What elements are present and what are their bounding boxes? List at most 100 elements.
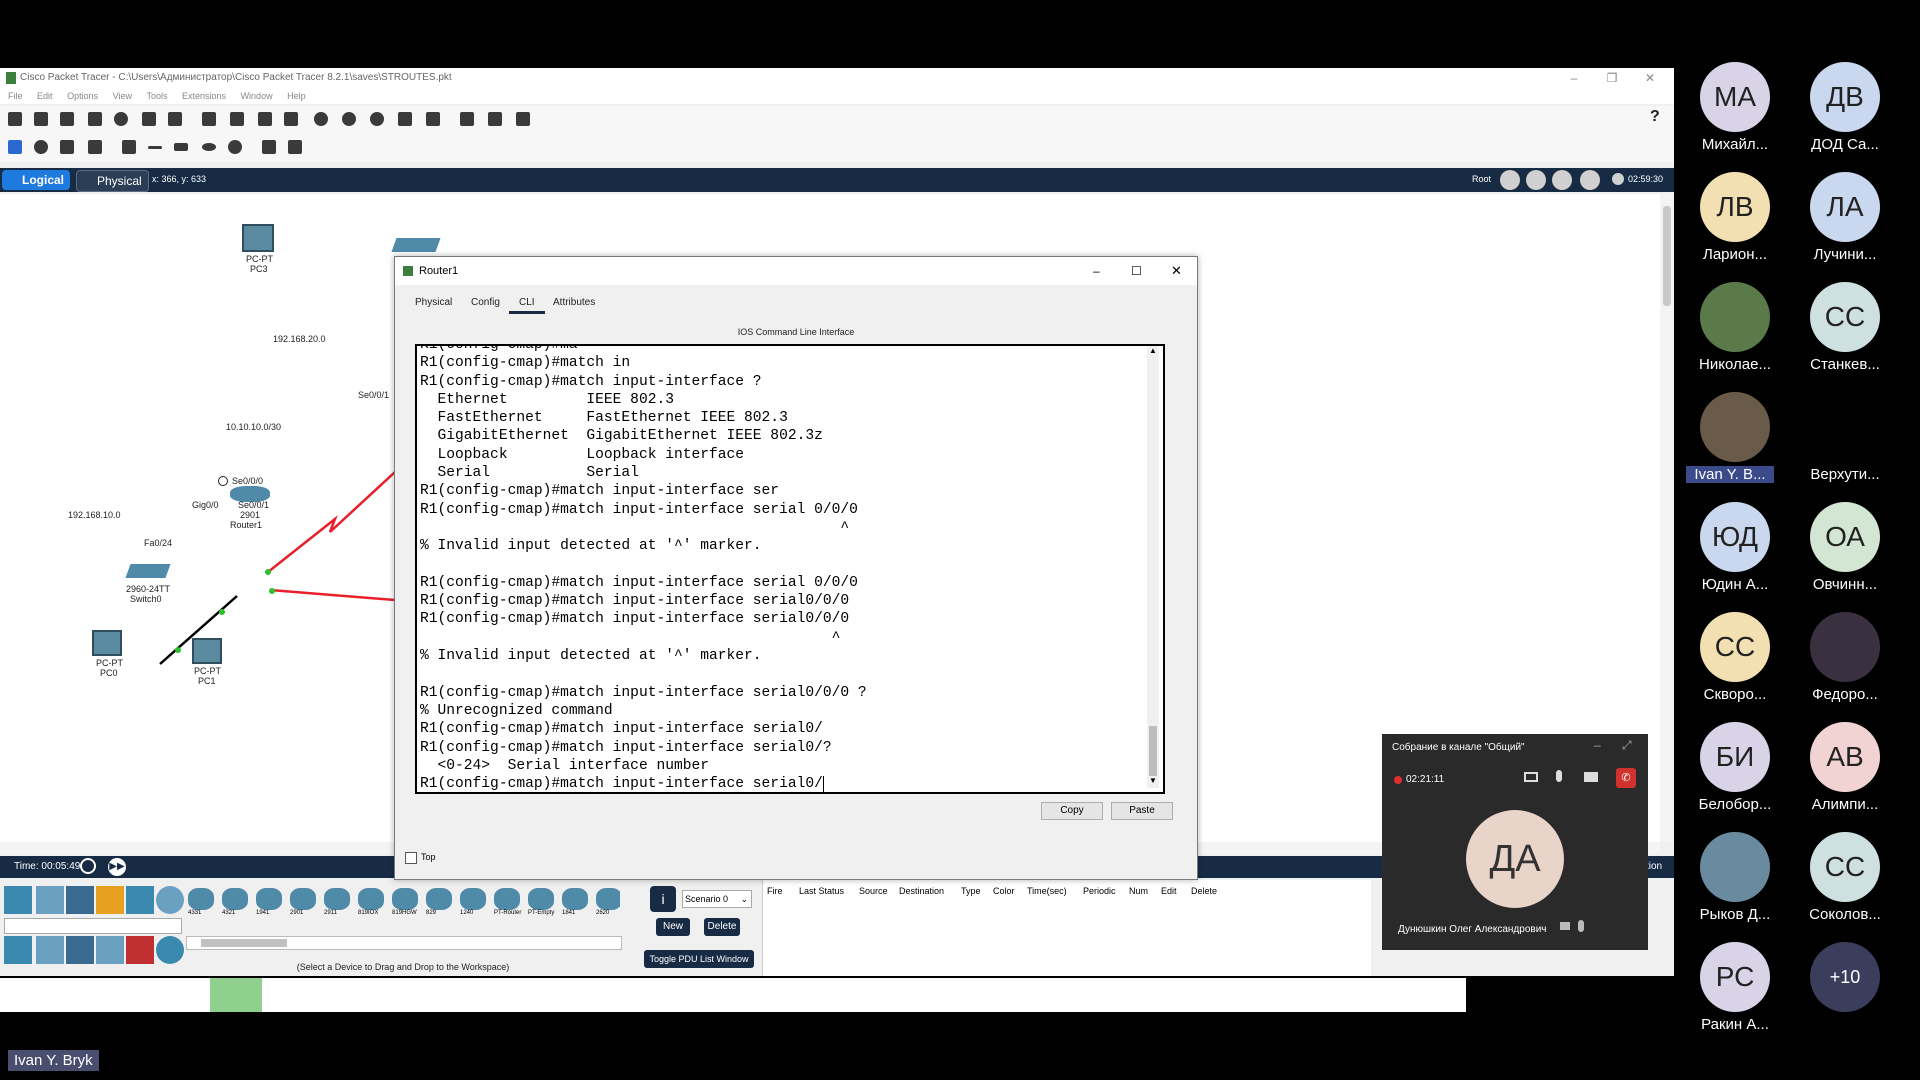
participant-tile[interactable]: СС Скворо... <box>1680 610 1790 710</box>
router-model-2620[interactable]: 2620 <box>596 888 620 916</box>
new-file-icon[interactable] <box>6 110 24 128</box>
participant-tile[interactable]: Верхути... <box>1790 390 1900 490</box>
participant-tile[interactable]: БИ Белобор... <box>1680 720 1790 820</box>
print-icon[interactable] <box>86 110 104 128</box>
routers-icon[interactable] <box>4 936 32 964</box>
menu-extensions[interactable]: Extensions <box>182 91 226 101</box>
participant-tile[interactable]: Ivan Y. B... <box>1680 390 1790 490</box>
minimize-icon[interactable]: – <box>1594 738 1601 752</box>
participant-tile[interactable]: ЛА Лучини... <box>1790 170 1900 270</box>
paste-icon[interactable] <box>228 110 246 128</box>
undo-icon[interactable] <box>256 110 274 128</box>
top-checkbox[interactable] <box>405 852 417 864</box>
router-model-4321[interactable]: 4321 <box>222 888 254 916</box>
camera-off-icon[interactable] <box>1524 772 1538 782</box>
participant-tile[interactable]: ЮД Юдин А... <box>1680 500 1790 600</box>
participant-tile[interactable]: Федоро... <box>1790 610 1900 710</box>
note-icon[interactable] <box>120 138 138 156</box>
participant-tile[interactable]: МА Михайл... <box>1680 60 1790 160</box>
line-icon[interactable] <box>146 138 164 156</box>
participant-tile[interactable]: РС Ракин А... <box>1680 940 1790 1040</box>
scroll-thumb[interactable] <box>1663 206 1671 306</box>
taskbar-active-item[interactable] <box>210 978 262 1012</box>
help-icon[interactable]: ? <box>1650 108 1660 126</box>
open-folder-icon[interactable] <box>32 110 50 128</box>
participant-tile[interactable]: ОА Овчинн... <box>1790 500 1900 600</box>
router-model-1240[interactable]: 1240 <box>460 888 492 916</box>
copy-icon[interactable] <box>200 110 218 128</box>
pc1-device-icon[interactable] <box>192 638 222 664</box>
menu-window[interactable]: Window <box>241 91 273 101</box>
pc0-device-icon[interactable] <box>92 630 122 656</box>
navigation-icon[interactable] <box>1552 170 1572 190</box>
device-search-field[interactable] <box>4 918 182 934</box>
participant-tile[interactable]: +10 <box>1790 940 1900 1040</box>
power-cycle-icon[interactable] <box>80 858 96 874</box>
menu-view[interactable]: View <box>113 91 132 101</box>
cli-scroll-thumb[interactable] <box>1149 726 1157 776</box>
toggle-pdu-list-button[interactable]: Toggle PDU List Window <box>644 950 754 968</box>
menu-edit[interactable]: Edit <box>37 91 53 101</box>
network-devices-icon[interactable] <box>4 886 32 914</box>
tab-cli[interactable]: CLI <box>519 297 535 308</box>
dialog-minimize-button[interactable]: – <box>1093 257 1100 285</box>
router-model-1841[interactable]: 1841 <box>562 888 594 916</box>
pdu-list-icon[interactable] <box>458 110 476 128</box>
close-button[interactable]: ✕ <box>1632 68 1668 88</box>
router-model-829[interactable]: 829 <box>426 888 458 916</box>
workspace-vertical-scrollbar[interactable] <box>1660 194 1674 842</box>
simple-pdu-icon[interactable] <box>260 138 278 156</box>
switch-top-device-icon[interactable] <box>391 238 441 252</box>
tab-physical[interactable]: Physical <box>415 297 452 308</box>
custom-device-icon[interactable] <box>424 110 442 128</box>
participant-tile[interactable]: ДВ ДОД Са... <box>1790 60 1900 160</box>
tab-attributes[interactable]: Attributes <box>553 297 595 308</box>
router-model-819hgw[interactable]: 819HGW <box>392 888 424 916</box>
menu-file[interactable]: File <box>8 91 23 101</box>
cloud-icon[interactable] <box>1526 170 1546 190</box>
router-model-2901[interactable]: 2901 <box>290 888 322 916</box>
dialog-close-button[interactable]: ✕ <box>1171 257 1182 285</box>
participant-tile[interactable]: СС Соколов... <box>1790 830 1900 930</box>
router-model-pt-router[interactable]: PT-Router <box>494 888 526 916</box>
maximize-button[interactable]: ❐ <box>1594 68 1630 88</box>
delete-scenario-button[interactable]: Delete <box>704 918 740 936</box>
picture-icon[interactable] <box>514 110 532 128</box>
rectangle-icon[interactable] <box>172 138 190 156</box>
inspect-icon[interactable] <box>32 138 50 156</box>
save-icon[interactable] <box>58 110 76 128</box>
info-icon[interactable] <box>112 110 130 128</box>
menu-tools[interactable]: Tools <box>146 91 167 101</box>
connections-icon[interactable] <box>96 886 124 914</box>
expand-icon[interactable]: ⤢ <box>1622 738 1632 753</box>
participant-tile[interactable]: АВ Алимпи... <box>1790 720 1900 820</box>
model-list-scrollbar[interactable] <box>186 936 622 950</box>
switches-icon[interactable] <box>36 936 64 964</box>
delete-icon[interactable] <box>58 138 76 156</box>
scenario-select[interactable]: Scenario 0 ⌄ <box>682 890 752 908</box>
drawing-palette-icon[interactable] <box>396 110 414 128</box>
router-model-2911[interactable]: 2911 <box>324 888 356 916</box>
router-model-1941[interactable]: 1941 <box>256 888 288 916</box>
model-list-scroll-thumb[interactable] <box>201 939 287 947</box>
switch0-device-icon[interactable] <box>125 564 171 578</box>
copy-button[interactable]: Copy <box>1041 802 1103 820</box>
activity-wizard-icon[interactable] <box>166 110 184 128</box>
scroll-up-icon[interactable]: ▲ <box>1149 346 1157 355</box>
share-icon[interactable] <box>1584 772 1598 782</box>
participant-tile[interactable]: ЛВ Ларион... <box>1680 170 1790 270</box>
menu-help[interactable]: Help <box>287 91 306 101</box>
security-icon[interactable] <box>126 936 154 964</box>
hang-up-button[interactable]: ✆ <box>1616 768 1636 788</box>
scroll-down-icon[interactable]: ▼ <box>1149 776 1157 785</box>
end-devices-icon[interactable] <box>36 886 64 914</box>
logical-view-button[interactable]: Logical <box>2 170 71 190</box>
router-model-4331[interactable]: 4331 <box>188 888 220 916</box>
back-icon[interactable] <box>1500 170 1520 190</box>
misc-icon[interactable] <box>126 886 154 914</box>
tab-config[interactable]: Config <box>471 297 500 308</box>
participant-tile[interactable]: Николае... <box>1680 280 1790 380</box>
router-model-pt-empty[interactable]: PT-Empty <box>528 888 560 916</box>
redo-icon[interactable] <box>282 110 300 128</box>
wan-emulation-icon[interactable] <box>156 936 184 964</box>
